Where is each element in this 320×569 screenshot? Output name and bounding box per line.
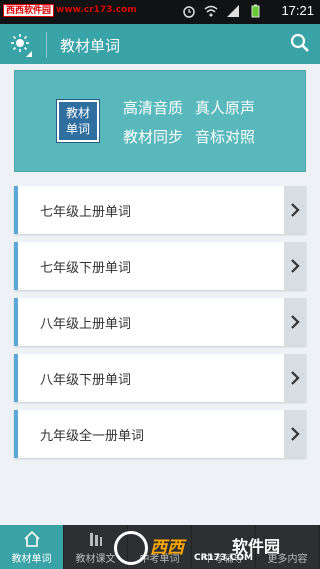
- watermark-label: 西西软件园: [3, 4, 55, 17]
- watermark-text-1: 西西: [150, 538, 184, 558]
- sun-icon[interactable]: [8, 31, 34, 57]
- list-item-label: 九年级全一册单词: [40, 429, 145, 444]
- feature-banner: 教材 单词 高清音质 真人原声 教材同步 音标对照: [14, 70, 306, 172]
- list-item-label: 七年级下册单词: [40, 261, 132, 276]
- chevron-right-icon: [284, 298, 306, 346]
- alarm-icon: [183, 6, 195, 18]
- watermark-logo-icon: [114, 531, 148, 565]
- tab-textbook-words[interactable]: 教材单词: [0, 525, 64, 569]
- wifi-icon: [204, 5, 218, 17]
- grade-list: 七年级上册单词 七年级下册单词 八年级上册单词 八年级下册单词 九年级全一册单词: [14, 186, 306, 466]
- feature-hd-audio: 高清音质: [123, 99, 184, 117]
- app-bar: 教材单词: [0, 24, 320, 64]
- logo-line-1: 教材: [65, 106, 90, 120]
- tab-label: 教材单词: [11, 554, 52, 565]
- textbook-logo: 教材 单词: [56, 99, 100, 143]
- appbar-divider: [46, 32, 47, 58]
- list-item-grade9-full[interactable]: 九年级全一册单词: [14, 410, 306, 458]
- list-item-grade7-vol1[interactable]: 七年级上册单词: [14, 186, 306, 234]
- logo-line-2: 单词: [65, 122, 90, 136]
- banner-line-1: 高清音质 真人原声: [123, 97, 267, 118]
- feature-textbook-sync: 教材同步: [123, 128, 184, 146]
- site-watermark: 西西 软件园 CR173.COM: [114, 531, 314, 565]
- chevron-right-icon: [284, 186, 306, 234]
- chevron-right-icon: [284, 354, 306, 402]
- signal-icon: [227, 5, 239, 17]
- search-icon[interactable]: [290, 33, 310, 53]
- list-item-grade8-vol1[interactable]: 八年级上册单词: [14, 298, 306, 346]
- books-icon: [89, 533, 102, 546]
- watermark-url: www.cr173.com: [56, 5, 137, 15]
- watermark-url-bottom: CR173.COM: [194, 553, 253, 563]
- list-item-label: 八年级上册单词: [40, 317, 132, 332]
- home-icon: [23, 530, 40, 547]
- clock: 17:21: [281, 3, 314, 18]
- list-item-label: 七年级上册单词: [40, 205, 132, 220]
- list-item-grade7-vol2[interactable]: 七年级下册单词: [14, 242, 306, 290]
- list-item-label: 八年级下册单词: [40, 373, 132, 388]
- list-item-grade8-vol2[interactable]: 八年级下册单词: [14, 354, 306, 402]
- page-title: 教材单词: [60, 37, 121, 55]
- feature-phonetic: 音标对照: [195, 128, 256, 146]
- chevron-right-icon: [284, 410, 306, 458]
- battery-icon: [251, 4, 260, 18]
- banner-line-2: 教材同步 音标对照: [123, 126, 267, 147]
- chevron-right-icon: [284, 242, 306, 290]
- feature-native-voice: 真人原声: [195, 99, 256, 117]
- status-bar: 西西软件园 www.cr173.com 17:21: [0, 0, 320, 24]
